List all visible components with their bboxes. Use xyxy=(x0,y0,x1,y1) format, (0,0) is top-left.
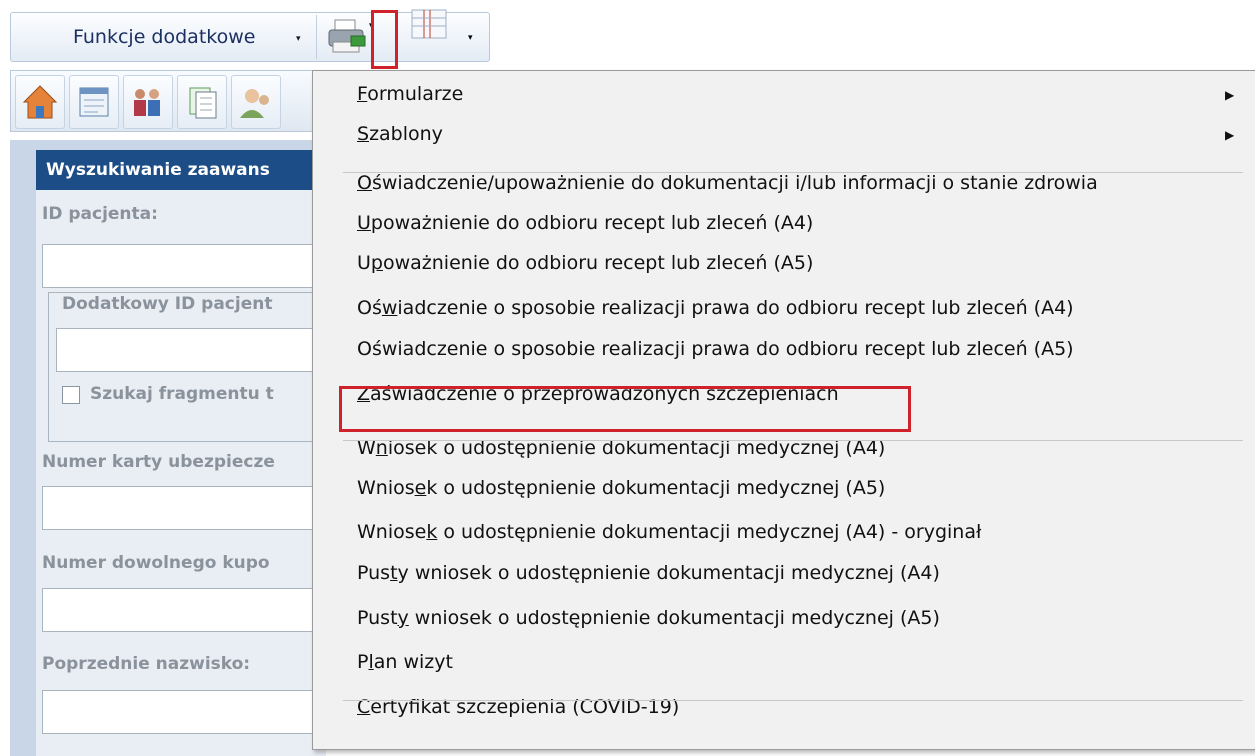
menu-item-text-start: Wnios xyxy=(357,477,415,499)
extra-id-label: Dodatkowy ID pacjent xyxy=(58,294,277,314)
users-button[interactable] xyxy=(231,75,281,129)
menu-item-accelerator: U xyxy=(357,212,371,234)
coupon-field[interactable] xyxy=(42,588,322,632)
users-icon xyxy=(240,89,269,118)
toolbar-separator xyxy=(316,15,317,59)
menu-item-accelerator: p xyxy=(370,252,383,274)
menu-item-wniosek-a4-oryginal[interactable]: Wniosek o udostępnienie dokumentacji med… xyxy=(357,521,981,543)
layout-button[interactable] xyxy=(408,6,452,44)
home-button[interactable] xyxy=(15,75,65,129)
insurance-card-label: Numer karty ubezpiecze xyxy=(42,452,275,472)
patient-id-field[interactable] xyxy=(42,244,322,288)
panel-title: Wyszukiwanie zaawans xyxy=(36,150,326,190)
menu-item-accelerator: e xyxy=(414,477,427,499)
chevron-down-icon: ▾ xyxy=(296,34,301,44)
menu-item-accelerator: w xyxy=(381,297,398,319)
menu-item-upowaznienie-a4[interactable]: Upoważnienie do odbioru recept lub zlece… xyxy=(357,212,813,234)
menu-item-text-end: o udostępnienie dokumentacji medycznej (… xyxy=(437,521,982,543)
menu-item-text-start: Pus xyxy=(357,562,391,584)
menu-item-oswiadczenie-sposob-a5[interactable]: Oświadczenie o sposobie realizacji prawa… xyxy=(357,338,1074,360)
menu-item-text-end: zablony xyxy=(369,123,443,145)
patient-id-label: ID pacjenta: xyxy=(42,204,158,224)
menu-item-text-start: Wniose xyxy=(357,521,427,543)
menu-item-text-end: an wizyt xyxy=(373,651,453,673)
calendar-card-button[interactable] xyxy=(69,75,119,129)
menu-item-upowaznienie-a5[interactable]: Upoważnienie do odbioru recept lub zlece… xyxy=(357,252,813,274)
module-icon-bar xyxy=(10,70,315,132)
menu-item-text-start: U xyxy=(357,252,371,274)
menu-item-accelerator: k xyxy=(426,521,438,543)
menu-separator xyxy=(343,700,1243,701)
menu-item-text-end: świadczenie/upoważnienie do dokumentacji… xyxy=(371,172,1098,194)
search-fragment-checkbox[interactable] xyxy=(62,386,80,404)
menu-separator xyxy=(343,172,1243,173)
menu-item-accelerator: F xyxy=(357,83,368,105)
menu-item-text-end: poważnienie do odbioru recept lub zleceń… xyxy=(370,212,814,234)
people-group-icon xyxy=(134,89,160,116)
menu-item-text-end: k o udostępnienie dokumentacji medycznej… xyxy=(426,477,886,499)
menu-item-oswiadczenie-upowaznienie[interactable]: Oświadczenie/upoważnienie do dokumentacj… xyxy=(357,172,1098,194)
menu-item-accelerator: S xyxy=(357,123,370,145)
menu-item-szablony[interactable]: Szablony xyxy=(357,123,443,145)
submenu-arrow-icon: ▶ xyxy=(1225,88,1235,102)
submenu-arrow-icon: ▶ xyxy=(1225,128,1235,142)
highlight-print-arrow xyxy=(371,10,398,69)
extra-id-field[interactable] xyxy=(56,328,324,372)
chevron-down-icon[interactable]: ▾ xyxy=(468,33,473,43)
coupon-label: Numer dowolnego kupo xyxy=(42,553,270,573)
functions-label: Funkcje dodatkowe xyxy=(73,26,256,48)
menu-separator xyxy=(343,440,1243,441)
menu-item-formularze[interactable]: Formularze xyxy=(357,83,463,105)
search-fragment-label: Szukaj fragmentu t xyxy=(90,384,274,404)
menu-item-plan-wizyt[interactable]: Plan wizyt xyxy=(357,651,453,673)
menu-item-accelerator: t xyxy=(390,562,398,584)
menu-item-pusty-wniosek-a4[interactable]: Pusty wniosek o udostępnienie dokumentac… xyxy=(357,562,940,584)
highlight-certificate-item xyxy=(339,386,911,432)
menu-item-text-start: Oświadczenie o sposobie realizacji prawa… xyxy=(357,338,1074,360)
insurance-card-field[interactable] xyxy=(42,486,322,530)
documents-icon xyxy=(189,87,217,119)
home-icon xyxy=(22,85,58,119)
columns-layout-icon xyxy=(411,9,447,39)
people-group-button[interactable] xyxy=(123,75,173,129)
menu-item-text-start: P xyxy=(357,651,369,673)
menu-item-pusty-wniosek-a5[interactable]: Pusty wniosek o udostępnienie dokumentac… xyxy=(357,607,940,629)
menu-item-text-end: y wniosek o udostępnienie dokumentacji m… xyxy=(397,562,940,584)
menu-item-text-end: ormularze xyxy=(367,83,464,105)
menu-item-wniosek-a5[interactable]: Wniosek o udostępnienie dokumentacji med… xyxy=(357,477,885,499)
menu-item-accelerator: O xyxy=(357,172,372,194)
menu-item-text-start: Pust xyxy=(357,607,398,629)
documents-button[interactable] xyxy=(177,75,227,129)
calendar-card-icon xyxy=(79,87,109,117)
menu-item-oswiadczenie-sposob-a4[interactable]: Oświadczenie o sposobie realizacji prawa… xyxy=(357,297,1074,319)
app-window: Funkcje dodatkowe ▾ ▾ ▾ Wyszukiwanie zaa… xyxy=(0,0,1255,756)
menu-item-text-end: wniosek o udostępnienie dokumentacji med… xyxy=(408,607,940,629)
menu-item-text-start: Oś xyxy=(357,297,382,319)
functions-dropdown-button[interactable]: Funkcje dodatkowe ▾ xyxy=(11,13,311,61)
previous-surname-label: Poprzednie nazwisko: xyxy=(42,654,251,674)
menu-item-text-end: oważnienie do odbioru recept lub zleceń … xyxy=(382,252,814,274)
previous-surname-field[interactable] xyxy=(42,690,322,734)
menu-item-text-end: iadczenie o sposobie realizacji prawa do… xyxy=(397,297,1074,319)
menu-item-accelerator: y xyxy=(397,607,409,629)
